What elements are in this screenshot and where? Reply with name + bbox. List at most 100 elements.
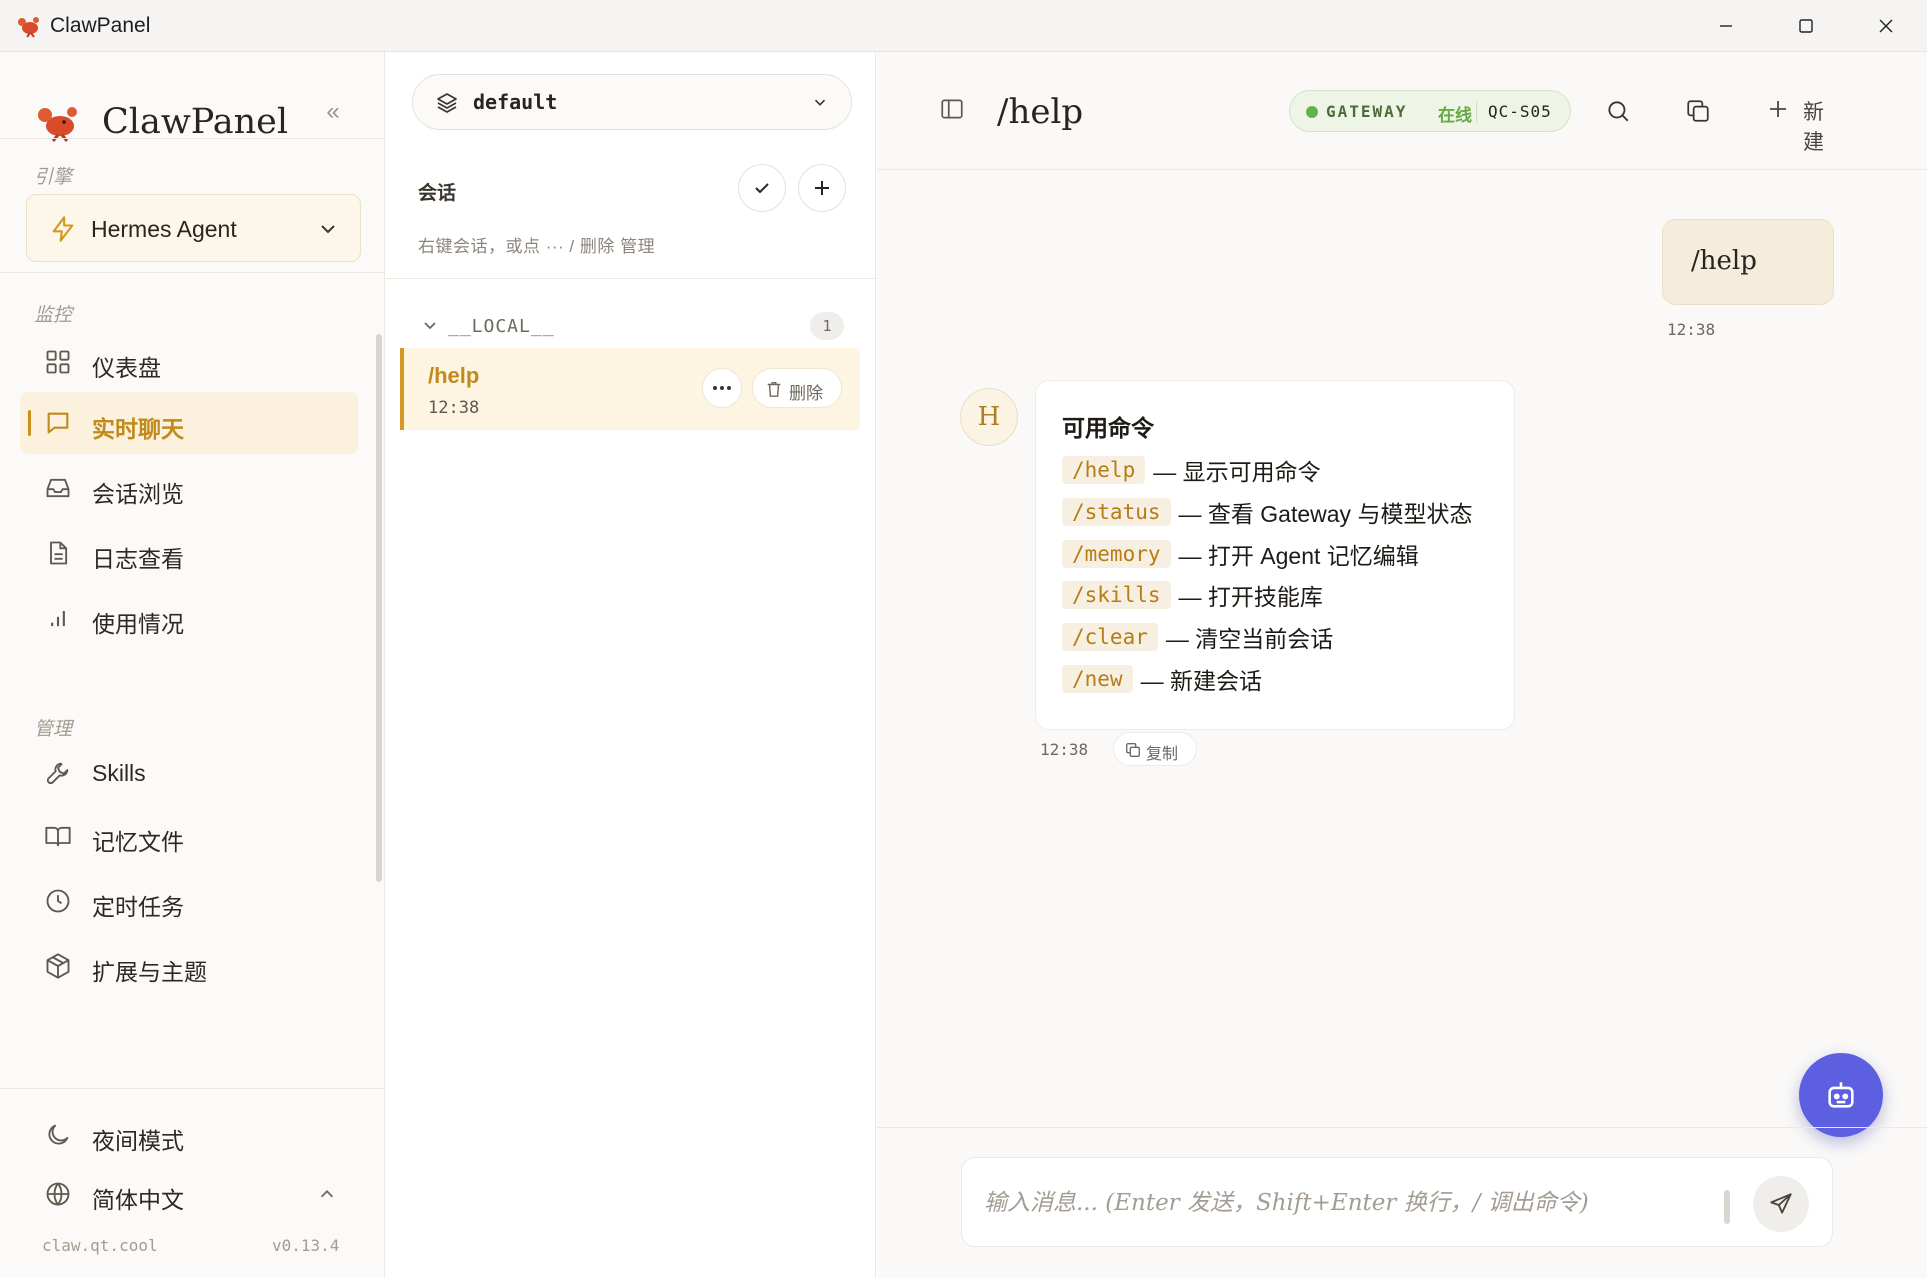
sidebar-item-label: 仪表盘 xyxy=(92,355,161,381)
session-group-name: __LOCAL__ xyxy=(448,316,555,337)
sidebar-item-memory-files[interactable]: 记忆文件 xyxy=(20,805,358,867)
file-icon xyxy=(50,541,68,565)
chevron-up-icon xyxy=(320,1190,334,1198)
chat-area: /help GATEWAY 在线 QC-S05 新建 /help 12:38 H… xyxy=(877,52,1927,1278)
sessions-hint: 右键会话，或点 ··· / 删除 管理 xyxy=(418,237,656,256)
session-item[interactable]: /help 12:38 删除 xyxy=(400,348,860,430)
command-code: /new xyxy=(1062,665,1133,693)
night-mode-toggle[interactable]: 夜间模式 xyxy=(20,1104,358,1166)
clock-icon xyxy=(46,889,70,913)
manage-section-label: 管理 xyxy=(34,718,73,740)
sidebar-item-label: 扩展与主题 xyxy=(92,959,207,985)
site-link[interactable]: claw.qt.cool xyxy=(42,1236,158,1255)
chevron-down-icon xyxy=(424,322,436,330)
globe-icon xyxy=(46,1182,70,1206)
engine-select[interactable]: Hermes Agent xyxy=(26,194,361,262)
inbox-icon xyxy=(46,478,70,498)
chat-icon xyxy=(47,412,69,434)
window-title: ClawPanel xyxy=(50,14,151,37)
sidebar-item-label: 使用情况 xyxy=(92,611,184,637)
copy-icon xyxy=(1126,743,1140,757)
sidebar-item-usage[interactable]: 使用情况 xyxy=(20,587,358,649)
send-icon xyxy=(1770,1193,1792,1214)
sidebar-item-skills[interactable]: Skills xyxy=(20,742,358,804)
command-desc: — 打开 Agent 记忆编辑 xyxy=(1178,543,1419,569)
command-line: /memory — 打开 Agent 记忆编辑 xyxy=(1062,537,1419,571)
sidebar-item-extensions-themes[interactable]: 扩展与主题 xyxy=(20,935,358,997)
command-code: /memory xyxy=(1062,540,1171,568)
select-sessions-button[interactable] xyxy=(738,164,786,212)
more-horizontal-icon xyxy=(713,386,731,390)
gateway-label: GATEWAY xyxy=(1326,102,1408,121)
title-bar: ClawPanel xyxy=(0,0,1927,52)
new-chat-label: 新建 xyxy=(1803,101,1824,154)
bot-message: 可用命令 /help — 显示可用命令 /status — 查看 Gateway 与… xyxy=(1035,380,1515,730)
agent-select[interactable]: default xyxy=(412,74,852,130)
divider xyxy=(0,1088,385,1089)
user-message: /help xyxy=(1662,219,1834,305)
command-desc: — 打开技能库 xyxy=(1178,584,1323,610)
command-desc: — 清空当前会话 xyxy=(1165,626,1334,652)
minimize-icon xyxy=(1720,25,1732,27)
divider xyxy=(0,272,385,273)
sidebar-scrollbar[interactable] xyxy=(376,334,382,882)
language-select[interactable]: 简体中文 xyxy=(20,1163,358,1225)
copy-message-button[interactable]: 复制 xyxy=(1113,732,1197,766)
sidebar-item-label: 记忆文件 xyxy=(92,829,184,855)
command-desc: — 新建会话 xyxy=(1140,668,1262,694)
copy-icon[interactable] xyxy=(1685,98,1711,124)
session-delete-button[interactable]: 删除 xyxy=(752,368,842,408)
command-line: /new — 新建会话 xyxy=(1062,662,1262,696)
session-group-count: 1 xyxy=(810,312,844,340)
sidebar-toggle-icon[interactable] xyxy=(939,96,965,122)
bot-avatar: H xyxy=(960,388,1018,446)
gateway-host: QC-S05 xyxy=(1488,102,1552,121)
collapse-sidebar-button[interactable]: « xyxy=(318,98,348,126)
maximize-button[interactable] xyxy=(1786,10,1826,42)
sidebar-item-dashboard[interactable]: 仪表盘 xyxy=(20,331,358,393)
sidebar-item-logs[interactable]: 日志查看 xyxy=(20,522,358,584)
night-mode-label: 夜间模式 xyxy=(92,1128,184,1154)
command-code: /status xyxy=(1062,498,1171,526)
gateway-status: 在线 xyxy=(1438,106,1472,125)
plus-icon xyxy=(815,181,829,195)
session-more-button[interactable] xyxy=(702,368,742,408)
send-button[interactable] xyxy=(1753,1176,1809,1232)
bot-message-heading: 可用命令 xyxy=(1062,415,1154,441)
session-panel: default 会话 右键会话，或点 ··· / 删除 管理 __LOCAL__… xyxy=(386,52,876,1278)
message-input[interactable] xyxy=(984,1186,1724,1220)
brand-name: ClawPanel xyxy=(102,102,289,142)
session-delete-label: 删除 xyxy=(789,384,823,403)
sidebar-item-label: 会话浏览 xyxy=(92,481,184,507)
close-icon xyxy=(1879,19,1893,33)
check-icon xyxy=(755,183,769,194)
resize-handle[interactable] xyxy=(1724,1190,1730,1224)
session-item-time: 12:38 xyxy=(428,398,480,418)
version-label: v0.13.4 xyxy=(272,1236,340,1255)
message-composer xyxy=(961,1157,1833,1247)
sidebar-item-live-chat[interactable]: 实时聊天 xyxy=(20,392,358,454)
engine-select-value: Hermes Agent xyxy=(91,216,237,242)
agent-select-value: default xyxy=(473,90,558,114)
assistant-fab-button[interactable] xyxy=(1799,1053,1883,1137)
robot-icon xyxy=(1828,1082,1854,1108)
layers-icon xyxy=(437,93,457,113)
minimize-button[interactable] xyxy=(1706,10,1746,42)
bar-chart-icon xyxy=(51,611,65,627)
sidebar-item-scheduled-tasks[interactable]: 定时任务 xyxy=(20,870,358,932)
sidebar-item-label: 实时聊天 xyxy=(92,416,184,442)
session-item-title: /help xyxy=(428,363,480,388)
lobster-logo-icon xyxy=(38,107,77,142)
add-session-button[interactable] xyxy=(798,164,846,212)
search-icon[interactable] xyxy=(1605,98,1631,124)
command-code: /help xyxy=(1062,456,1146,484)
command-line: /clear — 清空当前会话 xyxy=(1062,620,1333,654)
user-message-time: 12:38 xyxy=(1667,320,1716,339)
sidebar-item-session-browser[interactable]: 会话浏览 xyxy=(20,457,358,519)
close-button[interactable] xyxy=(1866,10,1906,42)
session-group-header[interactable]: __LOCAL__ 1 xyxy=(422,312,844,340)
wrench-icon xyxy=(46,762,69,785)
lobster-icon xyxy=(18,17,39,38)
command-code: /clear xyxy=(1062,623,1158,651)
command-desc: — 显示可用命令 xyxy=(1153,459,1321,485)
